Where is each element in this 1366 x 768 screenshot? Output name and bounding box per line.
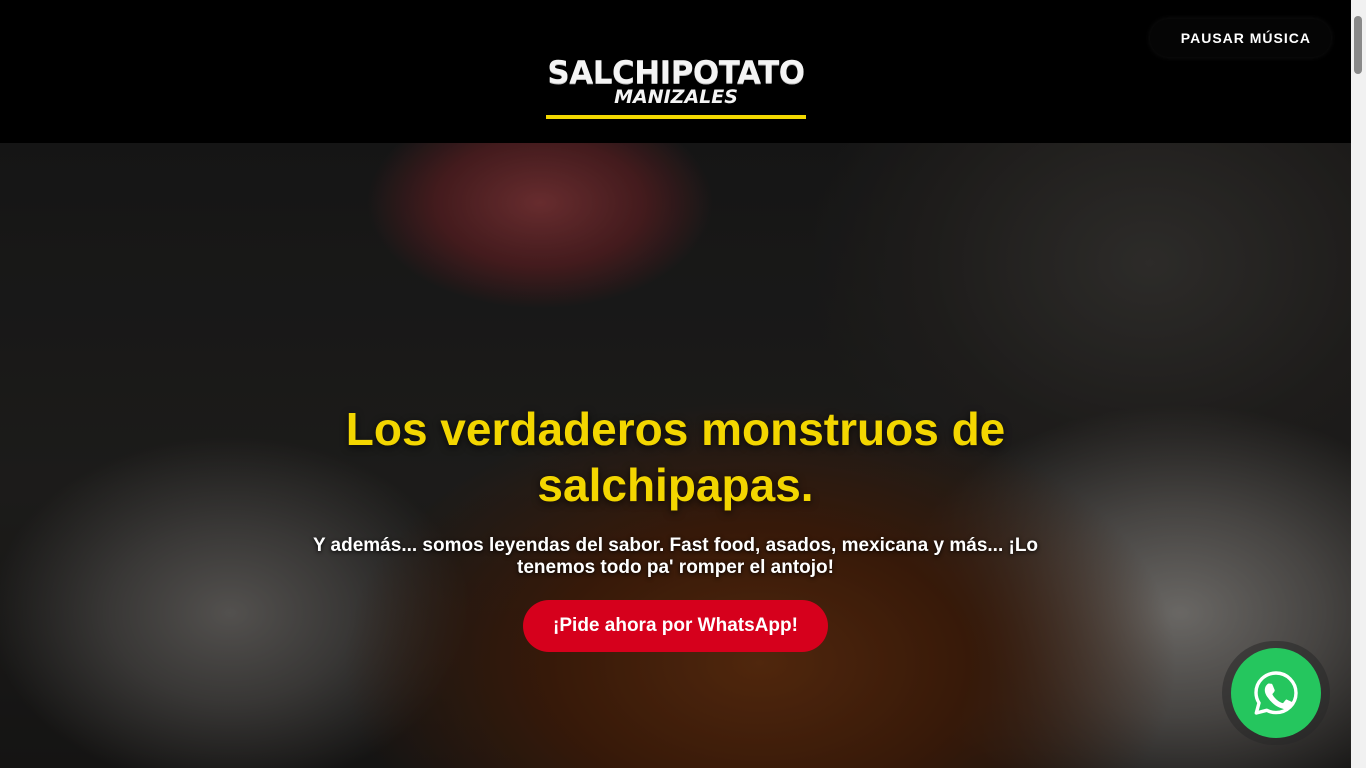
hero-subtitle: Y además... somos leyendas del sabor. Fa… [312, 535, 1039, 578]
whatsapp-button-circle[interactable] [1231, 648, 1321, 738]
whatsapp-icon [1254, 671, 1298, 715]
order-whatsapp-button[interactable]: ¡Pide ahora por WhatsApp! [523, 600, 828, 652]
logo-underline [546, 115, 806, 119]
whatsapp-float-button[interactable] [1222, 641, 1330, 745]
logo[interactable]: SALCHIPOTATO MANIZALES [546, 52, 806, 119]
hero-section: Los verdaderos monstruos de salchipapas.… [0, 143, 1351, 768]
pause-music-button[interactable]: PAUSAR MÚSICA [1150, 19, 1331, 57]
site-header: SALCHIPOTATO MANIZALES PAUSAR MÚSICA [0, 0, 1351, 143]
page-scrollbar[interactable] [1351, 0, 1366, 768]
hero-headline: Los verdaderos monstruos de salchipapas. [345, 403, 1006, 511]
scrollbar-thumb[interactable] [1354, 16, 1362, 74]
hero-content: Los verdaderos monstruos de salchipapas.… [300, 401, 1051, 652]
